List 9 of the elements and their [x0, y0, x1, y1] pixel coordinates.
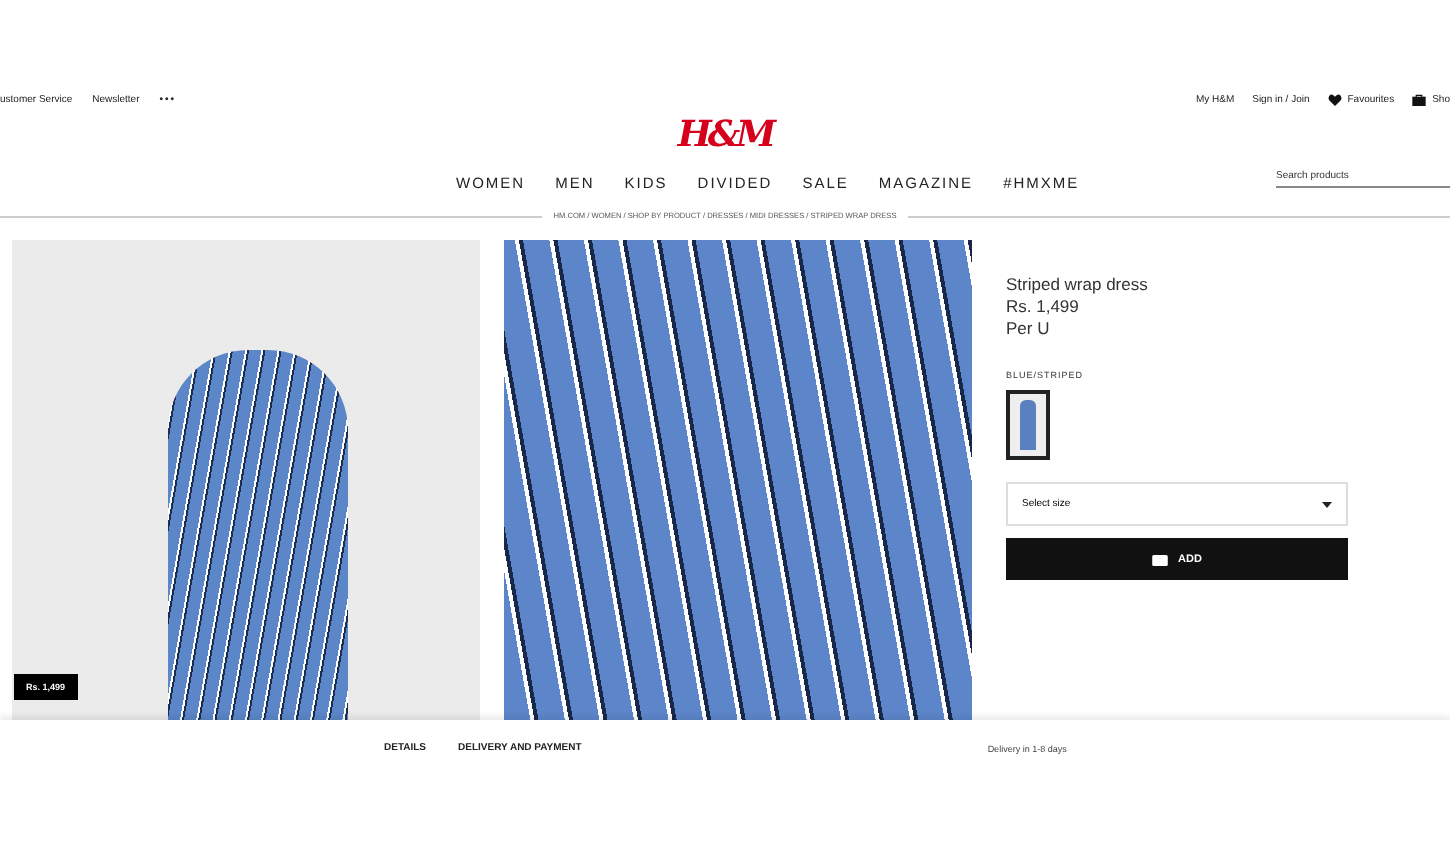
- brand-logo[interactable]: H&M: [0, 112, 1450, 164]
- product-price: Rs. 1,499: [1006, 296, 1081, 318]
- color-swatch[interactable]: [1006, 390, 1050, 460]
- bag-icon: [1152, 552, 1169, 566]
- heart-icon: [1327, 94, 1342, 106]
- caret-icon: [1322, 501, 1332, 507]
- price-unit: Per U: [1006, 318, 1052, 340]
- bag-icon: [1412, 94, 1427, 106]
- product-name: Striped wrap dress: [1006, 274, 1150, 296]
